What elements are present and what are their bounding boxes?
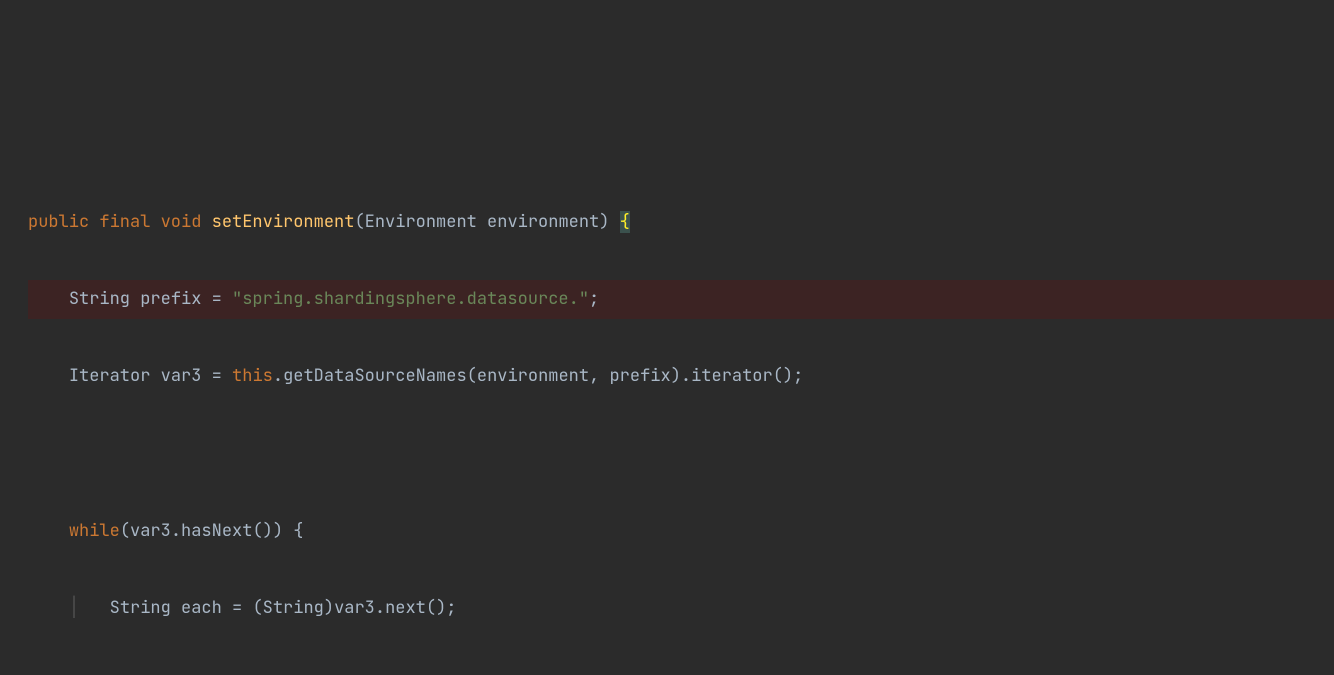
brace-open-highlight: { [620, 211, 630, 233]
method-call: next [385, 597, 426, 619]
var: each [181, 597, 222, 619]
code-line-blank [28, 435, 1334, 474]
method-name: setEnvironment [212, 211, 355, 233]
keyword-final: final [99, 211, 150, 233]
var: prefix [140, 288, 201, 310]
code-line: Iterator var3 = this.getDataSourceNames(… [28, 357, 1334, 396]
var: var3 [161, 365, 202, 387]
method-call: hasNext [181, 520, 252, 542]
code-editor[interactable]: public final void setEnvironment(Environ… [0, 154, 1334, 675]
param-type: Environment [365, 211, 477, 233]
code-line: while(var3.hasNext()) { [28, 512, 1334, 551]
method-call: getDataSourceNames [283, 365, 467, 387]
keyword-void: void [161, 211, 202, 233]
type: Iterator [69, 365, 151, 387]
string-literal: "spring.shardingsphere.datasource." [232, 288, 589, 310]
type: String [69, 288, 130, 310]
keyword-while: while [69, 520, 120, 542]
keyword-this: this [232, 365, 273, 387]
param-name: environment [487, 211, 599, 233]
code-line: public final void setEnvironment(Environ… [28, 203, 1334, 242]
method-call: iterator [691, 365, 773, 387]
code-line: │ String each = (String)var3.next(); [28, 589, 1334, 628]
type: String [110, 597, 171, 619]
code-line-blank [28, 666, 1334, 675]
keyword-public: public [28, 211, 89, 233]
code-line: String prefix = "spring.shardingsphere.d… [28, 280, 1334, 319]
